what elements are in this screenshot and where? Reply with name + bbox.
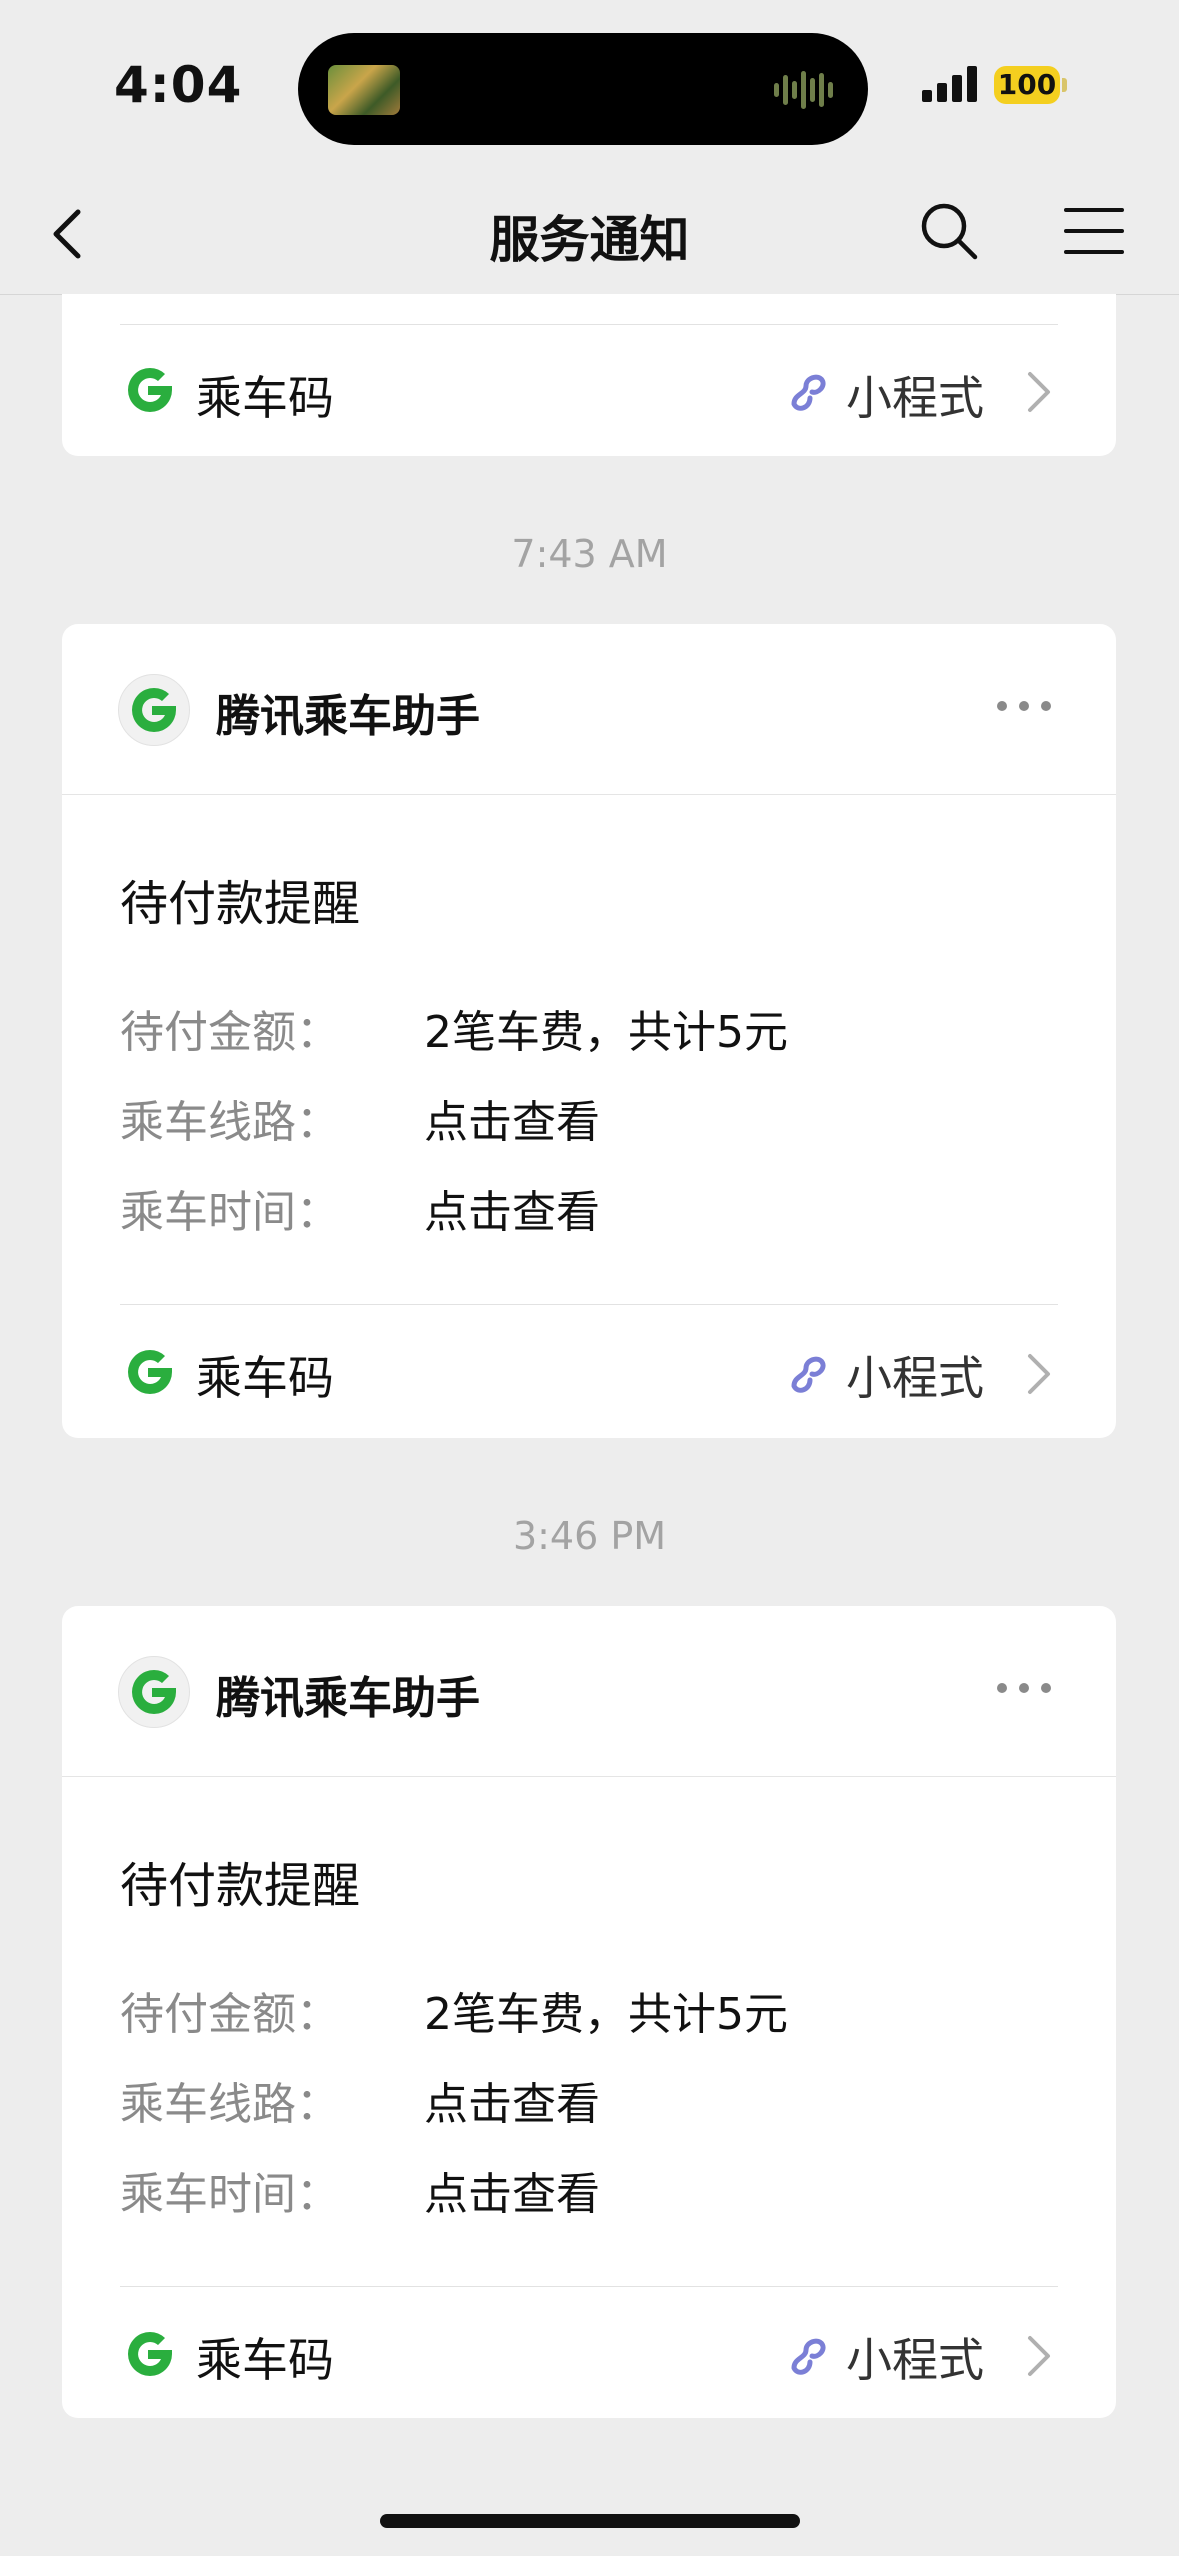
ride-time-label: 乘车时间：	[120, 2169, 340, 2220]
menu-icon[interactable]	[1062, 202, 1126, 260]
tencent-bus-assistant-logo-icon	[118, 674, 190, 746]
bus-code-link[interactable]: 乘车码	[196, 2324, 334, 2390]
audio-waveform-icon	[774, 71, 833, 109]
card-divider	[120, 324, 1058, 325]
mini-program-label[interactable]: 小程式	[846, 362, 984, 428]
status-time: 4:04	[114, 56, 243, 114]
chevron-right-icon[interactable]	[1024, 1350, 1054, 1398]
status-bar: 4:04 100	[0, 0, 1179, 170]
chevron-right-icon[interactable]	[1024, 368, 1054, 416]
chevron-right-icon[interactable]	[1024, 2332, 1054, 2380]
cellular-signal-icon	[922, 66, 977, 102]
route-label: 乘车线路：	[120, 2079, 340, 2130]
ride-time-value[interactable]: 点击查看	[424, 2158, 600, 2222]
battery-tip	[1062, 78, 1067, 92]
more-options-icon[interactable]	[994, 696, 1054, 716]
bus-code-link[interactable]: 乘车码	[196, 1342, 334, 1408]
message-card: 腾讯乘车助手 待付款提醒 待付金额： 2笔车费，共计5元 乘车线路： 点击查看 …	[62, 624, 1116, 1438]
app-name: 腾讯乘车助手	[216, 691, 480, 742]
app-name: 腾讯乘车助手	[216, 1673, 480, 1724]
page-title: 服务通知	[489, 211, 690, 269]
tencent-bus-assistant-logo-icon	[118, 1656, 190, 1728]
bus-code-link[interactable]: 乘车码	[196, 362, 334, 428]
dynamic-island[interactable]	[298, 33, 868, 145]
ride-time-label: 乘车时间：	[120, 1187, 340, 1238]
card-header[interactable]: 腾讯乘车助手	[62, 1606, 1116, 1777]
route-value[interactable]: 点击查看	[424, 1086, 600, 1150]
mini-program-icon	[791, 2338, 826, 2375]
card-divider	[120, 2286, 1058, 2287]
bus-code-logo-icon	[128, 368, 172, 412]
amount-value: 2笔车费，共计5元	[424, 1007, 788, 1058]
bus-code-logo-icon	[128, 2332, 172, 2376]
more-options-icon[interactable]	[994, 1678, 1054, 1698]
message-title: 待付款提醒	[120, 1858, 361, 1914]
message-timestamp: 7:43 AM	[511, 532, 668, 576]
navigation-bar: 服务通知	[0, 170, 1179, 295]
message-timestamp: 3:46 PM	[512, 1514, 667, 1558]
amount-label: 待付金额：	[120, 1007, 340, 1058]
mini-program-icon	[791, 374, 826, 411]
card-divider	[120, 1304, 1058, 1305]
mini-program-label[interactable]: 小程式	[846, 2324, 984, 2390]
amount-label: 待付金额：	[120, 1989, 340, 2040]
route-value[interactable]: 点击查看	[424, 2068, 600, 2132]
message-title: 待付款提醒	[120, 876, 361, 932]
home-indicator[interactable]	[380, 2514, 800, 2528]
amount-value: 2笔车费，共计5元	[424, 1989, 788, 2040]
ride-time-value[interactable]: 点击查看	[424, 1176, 600, 1240]
battery-indicator: 100	[994, 66, 1060, 104]
search-icon[interactable]	[918, 200, 980, 262]
route-label: 乘车线路：	[120, 1097, 340, 1148]
mini-program-icon	[791, 1356, 826, 1393]
message-card: 腾讯乘车助手 待付款提醒 待付金额： 2笔车费，共计5元 乘车线路： 点击查看 …	[62, 1606, 1116, 2418]
message-card-partial: 乘车码 小程式	[62, 294, 1116, 456]
bus-code-logo-icon	[128, 1350, 172, 1394]
card-header[interactable]: 腾讯乘车助手	[62, 624, 1116, 795]
now-playing-thumbnail	[328, 65, 400, 115]
mini-program-label[interactable]: 小程式	[846, 1342, 984, 1408]
